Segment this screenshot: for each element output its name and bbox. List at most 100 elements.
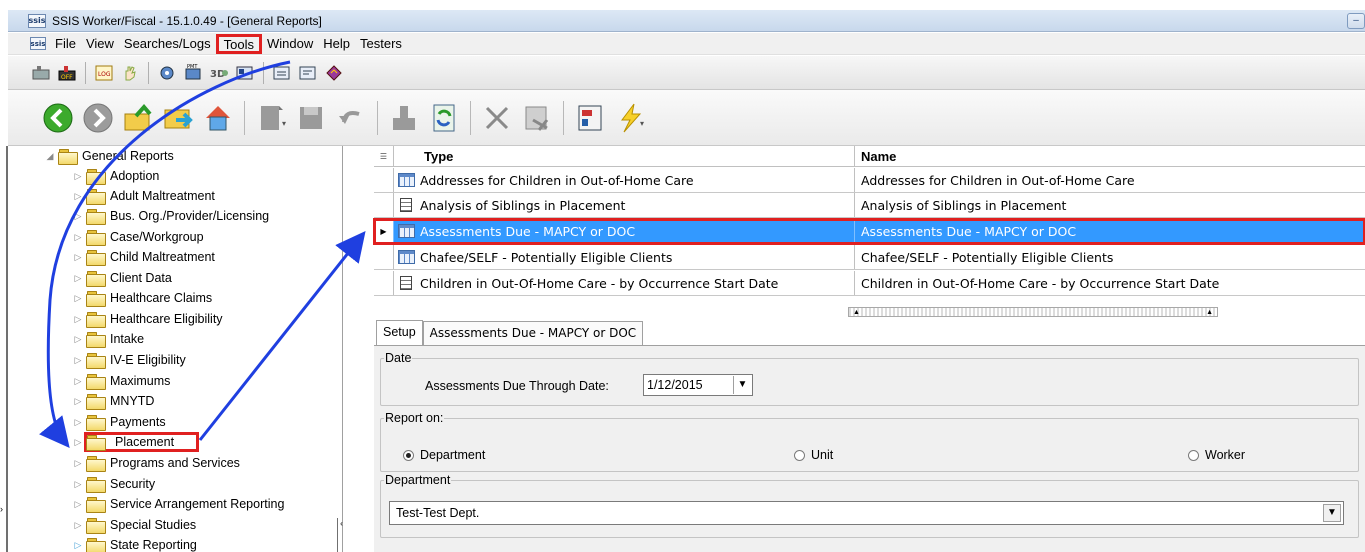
clear-icon[interactable] [520,101,554,135]
stamp-icon[interactable] [387,101,421,135]
menu-tools[interactable]: Tools [215,33,262,54]
card-icon[interactable] [234,62,256,84]
expand-arrow-icon[interactable]: ▷ [72,293,84,304]
off-icon[interactable]: OFF [56,62,78,84]
expand-arrow-icon[interactable]: ▷ [72,417,84,428]
table-row-selected[interactable]: ▶ Assessments Due - MAPCY or DOC Assessm… [373,218,1365,245]
tree-item-programs-services[interactable]: ▷ Programs and Services [72,453,240,473]
expand-arrow-icon[interactable]: ▷ [72,191,84,202]
tree-scroll-arrow-icon[interactable]: ‹ [337,518,345,552]
expand-arrow-icon[interactable]: ▷ [72,252,84,263]
expand-arrow-icon[interactable]: ▷ [72,479,84,490]
app-icon: ssis [28,13,46,28]
undo-icon[interactable] [334,101,368,135]
column-chooser-icon[interactable]: ☰ [374,146,394,167]
collapse-arrow-icon[interactable]: ◢ [44,151,56,162]
forward-icon[interactable] [81,101,115,135]
expand-arrow-icon[interactable]: ▷ [72,232,84,243]
column-header-name[interactable]: Name [855,146,1365,166]
expand-arrow-icon[interactable]: ▷ [72,376,84,387]
tab-setup[interactable]: Setup [376,320,423,345]
radio-worker[interactable]: Worker [1188,448,1245,462]
tree-item-case-workgroup[interactable]: ▷ Case/Workgroup [72,227,204,247]
3d-icon[interactable]: 3D [208,62,230,84]
minimize-button[interactable]: – [1347,13,1365,29]
home-icon[interactable] [201,101,235,135]
menu-help[interactable]: Help [318,34,355,54]
menu-view[interactable]: View [81,34,119,54]
tree-item-state-reporting[interactable]: ▷ State Reporting [72,535,197,552]
tree-item-service-arrangement[interactable]: ▷ Service Arrangement Reporting [72,494,284,514]
tree-item-adult-maltreatment[interactable]: ▷ Adult Maltreatment [72,186,215,206]
tree-item-healthcare-claims[interactable]: ▷ Healthcare Claims [72,288,212,308]
delete-icon[interactable] [480,101,514,135]
save-icon[interactable] [294,101,328,135]
column-header-type[interactable]: Type [394,146,855,166]
expand-arrow-icon[interactable]: ▷ [72,396,84,407]
table-row[interactable]: Addresses for Children in Out-of-Home Ca… [374,168,1365,193]
expand-arrow-icon[interactable]: ▷ [72,171,84,182]
log-icon[interactable]: LOG [93,62,115,84]
table-row[interactable]: Analysis of Siblings in Placement Analys… [374,193,1365,218]
on-icon[interactable] [30,62,52,84]
expand-arrow-icon[interactable]: ▷ [72,437,84,448]
note-icon[interactable]: ▾ [254,101,288,135]
pmt-icon[interactable]: PMT [182,62,204,84]
calc-icon[interactable] [573,101,607,135]
tree-item-maximums[interactable]: ▷ Maximums [72,371,170,391]
expand-arrow-icon[interactable]: ▷ [72,458,84,469]
tree-item-intake[interactable]: ▷ Intake [72,329,144,349]
radio-unit[interactable]: Unit [794,448,833,462]
table-row[interactable]: Children in Out-Of-Home Care - by Occurr… [374,271,1365,296]
date-field[interactable]: 1/12/2015 ▼ [643,374,753,396]
folder-icon [86,456,106,472]
tree-item-mnytd[interactable]: ▷ MNYTD [72,391,154,411]
svg-text:OFF: OFF [61,74,73,81]
tree-item-client-data[interactable]: ▷ Client Data [72,268,172,288]
expand-arrow-icon[interactable]: ▷ [72,520,84,531]
folder-up-icon[interactable] [121,101,155,135]
folder-arrow-icon[interactable] [161,101,195,135]
dropdown-arrow-icon[interactable]: ▼ [1323,504,1341,522]
menu-window[interactable]: Window [262,34,318,54]
dropdown-arrow-icon[interactable]: ▼ [733,376,751,394]
toolbar-separator [85,61,86,84]
expand-arrow-icon[interactable]: › [0,504,3,514]
radio-unit-label: Unit [811,448,834,462]
radio-department[interactable]: Department [403,448,485,462]
expand-arrow-icon[interactable]: ▷ [72,211,84,222]
menu-searches-logs[interactable]: Searches/Logs [119,34,216,54]
table-row[interactable]: Chafee/SELF - Potentially Eligible Clien… [374,245,1365,270]
expand-arrow-icon[interactable]: ▷ [72,314,84,325]
department-select[interactable]: Test-Test Dept. ▼ [389,501,1344,525]
expand-arrow-icon[interactable]: ▷ [72,273,84,284]
system-menu-icon[interactable]: ssis [30,37,46,50]
tree-item-special-studies[interactable]: ▷ Special Studies [72,515,196,535]
menu-file[interactable]: File [50,34,81,54]
expand-arrow-icon[interactable]: ▷ [72,540,84,551]
tree-item-child-maltreatment[interactable]: ▷ Child Maltreatment [72,247,215,267]
tree-item-adoption[interactable]: ▷ Adoption [72,166,159,186]
tree-item-iv-e-eligibility[interactable]: ▷ IV-E Eligibility [72,350,186,370]
form-icon[interactable] [271,62,293,84]
tree-item-healthcare-eligibility[interactable]: ▷ Healthcare Eligibility [72,309,223,329]
refresh-icon[interactable] [427,101,461,135]
form2-icon[interactable] [297,62,319,84]
tree-item-payments[interactable]: ▷ Payments [72,412,166,432]
tree-item-bus-org[interactable]: ▷ Bus. Org./Provider/Licensing [72,206,269,226]
tree-root[interactable]: ◢ General Reports [44,146,174,166]
expand-arrow-icon[interactable]: ▷ [72,499,84,510]
lightning-icon[interactable]: ▾ [613,101,647,135]
tab-assessments-due[interactable]: Assessments Due - MAPCY or DOC [422,321,644,345]
diamond-icon[interactable] [323,62,345,84]
hand-icon[interactable] [119,62,141,84]
expand-arrow-icon[interactable]: ▷ [72,334,84,345]
back-icon[interactable] [41,101,75,135]
svg-text:▾: ▾ [640,119,644,128]
menu-testers[interactable]: Testers [355,34,407,54]
expand-arrow-icon[interactable]: ▷ [72,355,84,366]
splitter-handle[interactable]: ▲ ▲ [848,307,1218,317]
tree-item-placement[interactable]: ▷ Placement [72,432,200,452]
gear-icon[interactable] [156,62,178,84]
tree-item-security[interactable]: ▷ Security [72,474,155,494]
